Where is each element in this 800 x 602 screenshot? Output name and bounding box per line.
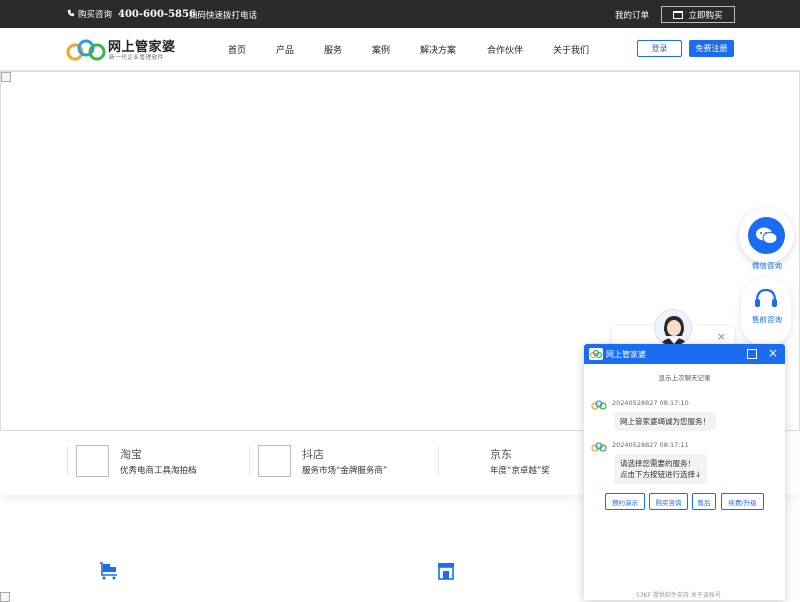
partner-name: 抖店 xyxy=(302,448,324,461)
wechat-icon xyxy=(748,217,785,254)
nav-cases[interactable]: 案例 xyxy=(372,43,390,56)
headset-icon xyxy=(755,288,777,307)
buy-now-label: 立即购买 xyxy=(688,10,723,21)
register-button[interactable]: 免费注册 xyxy=(689,40,734,57)
partner-desc: 优秀电商工具淘拍档 xyxy=(120,466,197,476)
logo[interactable]: 网上管家婆 新一代企业管理软件 xyxy=(66,36,186,64)
message-text: 请选择您需要的服务！ xyxy=(620,459,695,468)
my-order-link[interactable]: 我的订单 xyxy=(615,9,649,21)
broken-image-icon xyxy=(1,72,11,82)
broken-image-icon xyxy=(0,592,10,602)
quick-purchase-button[interactable]: 购买咨询 xyxy=(649,493,688,510)
nav-home[interactable]: 首页 xyxy=(228,43,246,56)
scan-call-link[interactable]: 扫码快速拨打电话 xyxy=(189,9,257,21)
wechat-consult-button[interactable] xyxy=(739,208,794,263)
message-text: 网上管家婆竭诚为您服务！ xyxy=(620,417,710,426)
chat-window[interactable]: 网上管家婆 × 显示上次聊天记录 20240528827 08:17:10 网上… xyxy=(584,344,785,600)
doudian-logo-image xyxy=(258,445,291,477)
nav-products[interactable]: 产品 xyxy=(276,43,294,56)
close-icon[interactable]: × xyxy=(768,346,778,360)
partner-desc: 年度“京卓越”奖 xyxy=(490,466,550,476)
message-bubble: 请选择您需要的服务！ 点击下方按钮进行选择↓ xyxy=(614,454,708,484)
divider xyxy=(249,446,250,476)
bot-avatar-icon xyxy=(591,400,607,410)
logo-subtitle: 新一代企业管理软件 xyxy=(109,55,164,61)
consult-label: 购买咨询 xyxy=(78,10,113,20)
divider xyxy=(67,446,68,476)
message-time: 20240528827 08:17:11 xyxy=(612,441,689,449)
quick-aftersales-button[interactable]: 售后 xyxy=(692,493,716,510)
phone-consult: 购买咨询 400-600-5856 xyxy=(67,0,196,28)
quick-demo-button[interactable]: 预约演示 xyxy=(605,493,645,510)
chat-logo-icon xyxy=(589,348,603,360)
close-icon[interactable]: × xyxy=(717,330,726,343)
nav-about[interactable]: 关于我们 xyxy=(553,43,589,56)
powered-by[interactable]: 53KF 提供软件支持 关于该账号 xyxy=(636,590,721,599)
phone-icon xyxy=(67,9,75,20)
message-time: 20240528827 08:17:10 xyxy=(612,399,689,407)
cart-icon xyxy=(673,10,684,19)
nav-services[interactable]: 服务 xyxy=(324,43,342,56)
logo-mark-icon xyxy=(66,39,106,61)
side-consult-panel[interactable] xyxy=(741,277,791,347)
chat-title: 网上管家婆 xyxy=(606,350,646,359)
message-bubble: 网上管家婆竭诚为您服务！ xyxy=(614,412,716,431)
partner-desc: 服务市场“金牌服务商” xyxy=(302,466,388,476)
wechat-consult-label: 微信咨询 xyxy=(752,261,782,270)
message-text: 点击下方按钮进行选择↓ xyxy=(620,470,702,479)
show-history-link[interactable]: 显示上次聊天记录 xyxy=(584,372,785,382)
inventory-cart-icon xyxy=(100,562,117,580)
partner-name: 京东 xyxy=(490,448,512,461)
buy-now-button[interactable]: 立即购买 xyxy=(661,6,735,23)
presale-consult-label[interactable]: 售前咨询 xyxy=(752,314,782,325)
store-icon xyxy=(438,563,454,580)
agent-avatar xyxy=(654,309,692,347)
main-header: 网上管家婆 新一代企业管理软件 首页 产品 服务 案例 解决方案 合作伙伴 关于… xyxy=(0,28,800,71)
divider xyxy=(438,446,439,476)
phone-number[interactable]: 400-600-5856 xyxy=(118,9,196,20)
quick-renew-button[interactable]: 续费/升级 xyxy=(721,493,764,510)
partner-name: 淘宝 xyxy=(120,448,142,461)
nav-partners[interactable]: 合作伙伴 xyxy=(487,43,523,56)
login-button[interactable]: 登录 xyxy=(637,40,682,57)
taobao-logo-image xyxy=(76,445,109,477)
nav-solutions[interactable]: 解决方案 xyxy=(420,43,456,56)
bot-avatar-icon xyxy=(591,442,607,452)
top-bar: 购买咨询 400-600-5856 扫码快速拨打电话 我的订单 立即购买 xyxy=(0,0,800,28)
maximize-icon[interactable] xyxy=(747,349,757,359)
chat-header: 网上管家婆 × xyxy=(584,344,785,364)
